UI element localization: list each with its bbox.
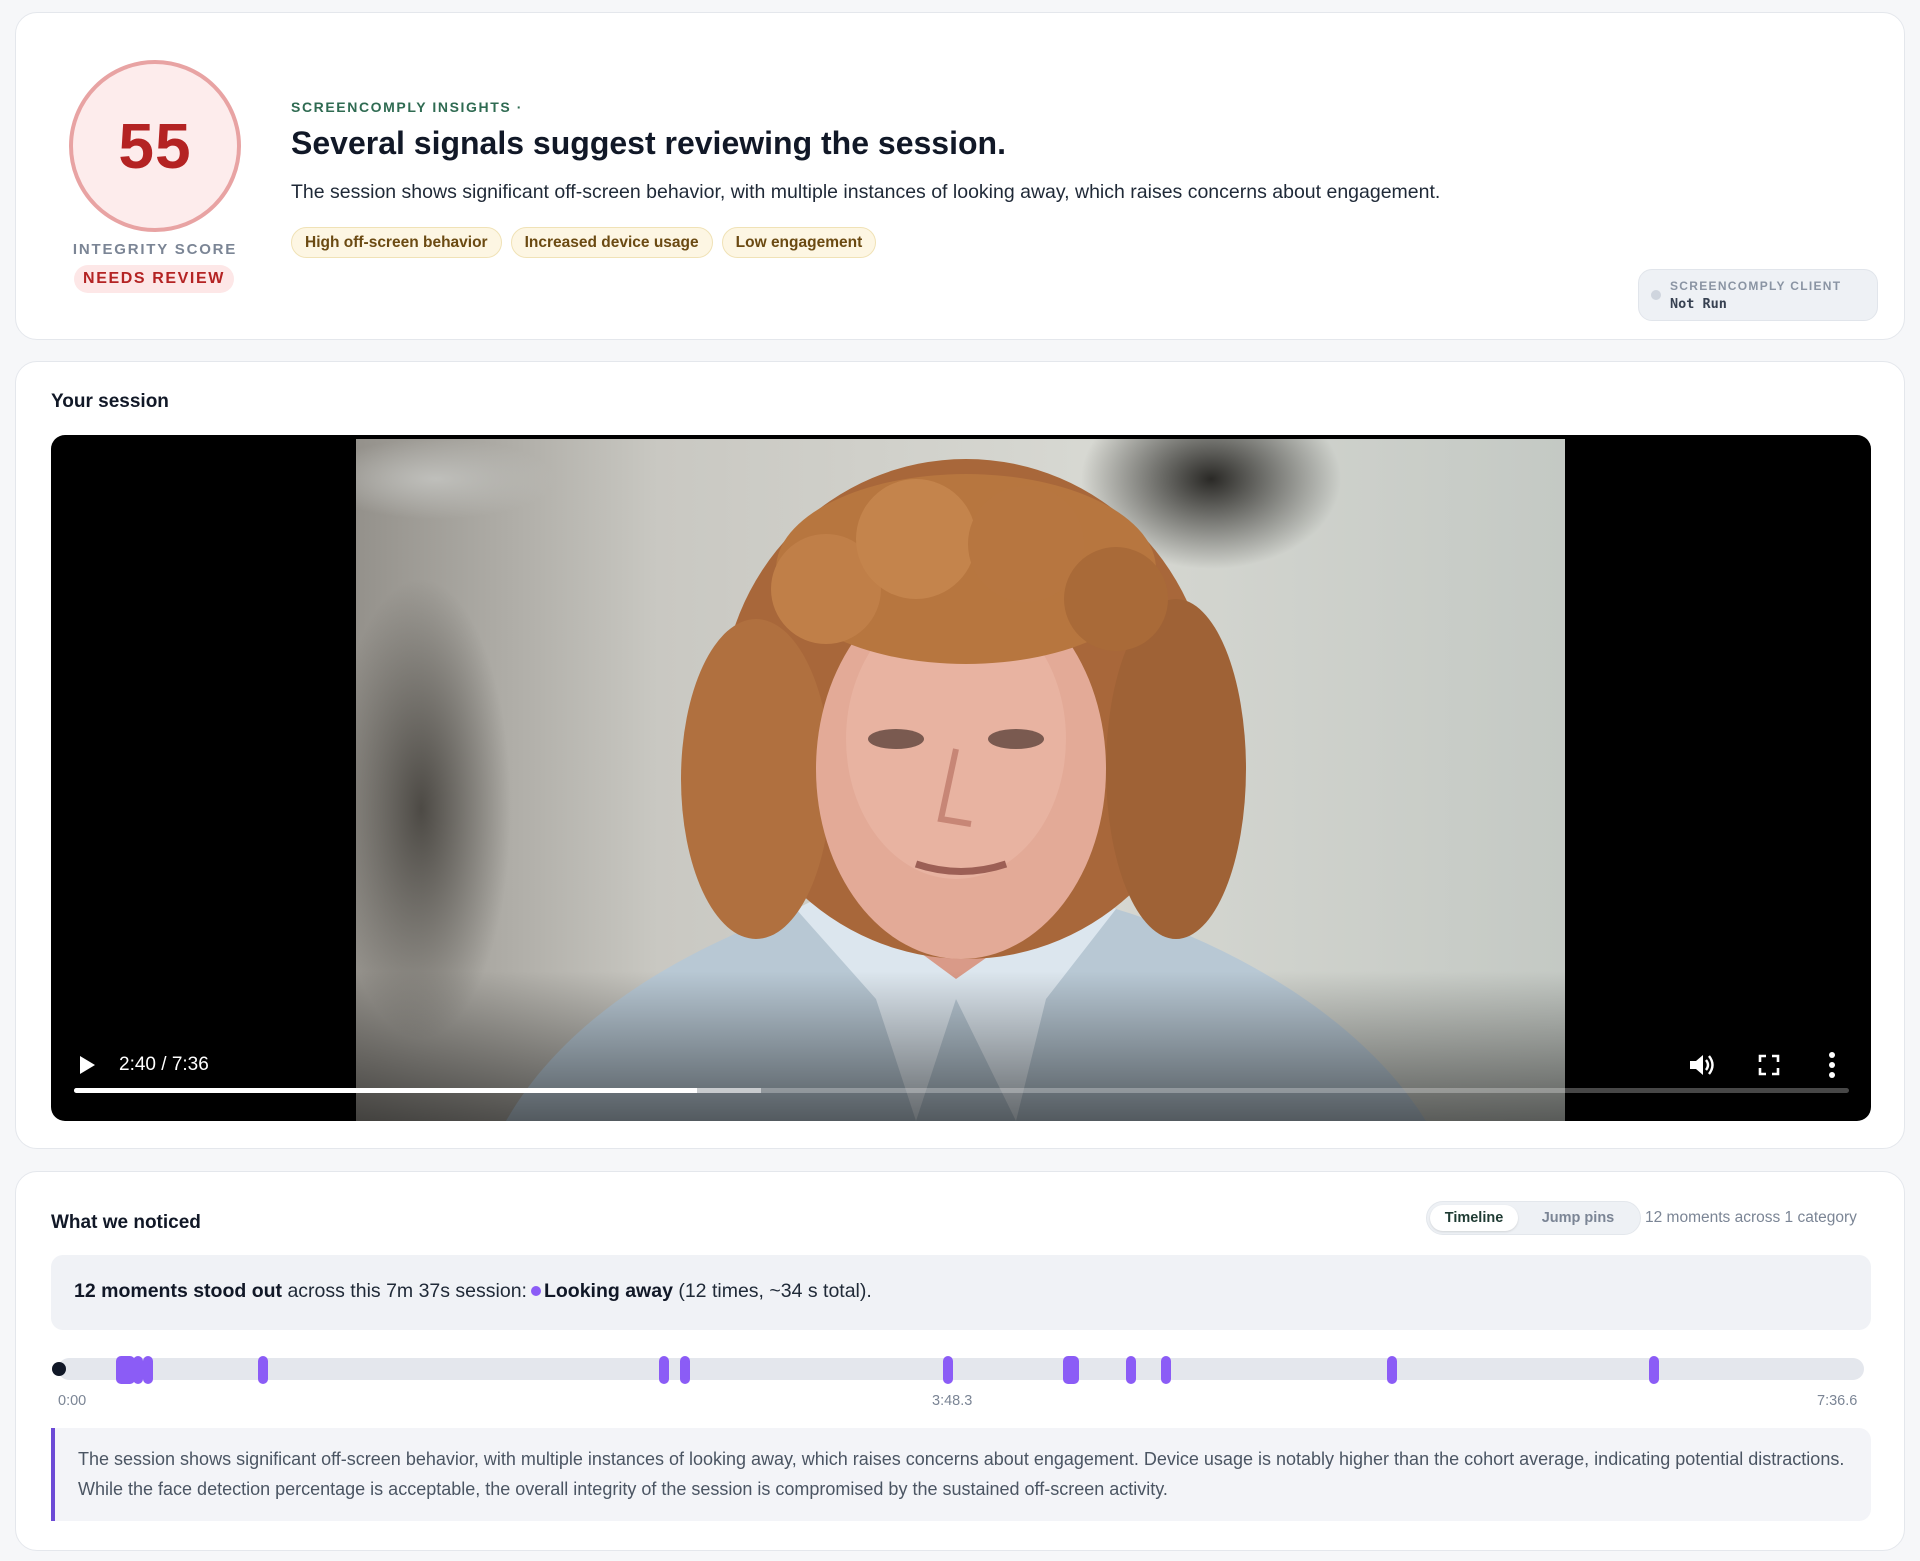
integrity-score-ring: 55 bbox=[69, 60, 241, 232]
analysis-note: The session shows significant off-screen… bbox=[51, 1428, 1871, 1521]
timeline-pin[interactable] bbox=[1125, 1356, 1136, 1384]
category-detail: (12 times, ~34 s total). bbox=[678, 1280, 872, 1302]
timeline-tick-label: 7:36.6 bbox=[1817, 1393, 1858, 1409]
timeline-pin[interactable] bbox=[942, 1356, 953, 1384]
moments-summary-middle: across this 7m 37s session: bbox=[287, 1280, 527, 1302]
video-frame bbox=[356, 439, 1565, 1121]
timeline-track[interactable] bbox=[58, 1358, 1864, 1380]
video-controls-shade bbox=[356, 971, 1565, 1121]
category-name: Looking away bbox=[543, 1280, 673, 1302]
timeline-pin[interactable] bbox=[680, 1356, 691, 1384]
video-progress-bar[interactable] bbox=[74, 1088, 1849, 1093]
session-card: Your session 2:40 / 7:36 bbox=[15, 361, 1905, 1149]
timeline-tick-label: 0:00 bbox=[58, 1393, 87, 1409]
session-video-player[interactable]: 2:40 / 7:36 bbox=[51, 435, 1871, 1121]
insights-eyebrow: SCREENCOMPLY INSIGHTS · bbox=[291, 99, 524, 115]
timeline-pin[interactable] bbox=[258, 1356, 269, 1384]
timeline-pin[interactable] bbox=[659, 1356, 670, 1384]
insights-card: 55 INTEGRITY SCORE NEEDS REVIEW SCREENCO… bbox=[15, 12, 1905, 340]
needs-review-badge: NEEDS REVIEW bbox=[74, 265, 234, 293]
timeline-pin[interactable] bbox=[1063, 1356, 1079, 1384]
timeline-pin[interactable] bbox=[1161, 1356, 1172, 1384]
play-icon[interactable] bbox=[77, 1053, 97, 1077]
client-status-pill: SCREENCOMPLY CLIENT Not Run bbox=[1638, 269, 1878, 321]
video-time-label: 2:40 / 7:36 bbox=[119, 1054, 209, 1075]
integrity-score-value: 55 bbox=[118, 110, 192, 182]
timeline-pin[interactable] bbox=[1649, 1356, 1660, 1384]
session-title: Your session bbox=[51, 391, 169, 412]
toggle-timeline[interactable]: Timeline bbox=[1430, 1205, 1518, 1231]
insights-summary: The session shows significant off-screen… bbox=[291, 181, 1441, 203]
signal-tag: Low engagement bbox=[721, 227, 877, 258]
signal-tag: Increased device usage bbox=[510, 227, 713, 258]
client-status-value: Not Run bbox=[1670, 296, 1727, 312]
analysis-note-text: The session shows significant off-screen… bbox=[78, 1449, 1845, 1499]
moments-caption: 12 moments across 1 category bbox=[1645, 1209, 1857, 1226]
moments-count: 12 moments stood out bbox=[74, 1280, 283, 1302]
toggle-jump-pins[interactable]: Jump pins bbox=[1522, 1205, 1634, 1231]
view-toggle: Timeline Jump pins bbox=[1426, 1201, 1641, 1235]
volume-icon[interactable] bbox=[1687, 1052, 1715, 1078]
moments-summary: 12 moments stood out across this 7m 37s … bbox=[74, 1280, 872, 1303]
timeline-pin[interactable] bbox=[1387, 1356, 1398, 1384]
client-status-label: SCREENCOMPLY CLIENT bbox=[1670, 279, 1842, 293]
noticed-card: What we noticed Timeline Jump pins 12 mo… bbox=[15, 1171, 1905, 1551]
fullscreen-icon[interactable] bbox=[1758, 1054, 1780, 1076]
timeline-pin[interactable] bbox=[143, 1356, 154, 1384]
signal-tags: High off-screen behavior Increased devic… bbox=[291, 227, 877, 258]
timeline-tick-label: 3:48.3 bbox=[932, 1393, 973, 1409]
more-options-icon[interactable] bbox=[1828, 1051, 1836, 1079]
timeline-playhead[interactable] bbox=[52, 1362, 66, 1376]
noticed-title: What we noticed bbox=[51, 1212, 201, 1233]
category-dot-icon bbox=[530, 1286, 541, 1297]
status-dot-icon bbox=[1651, 290, 1661, 300]
moments-summary-box: 12 moments stood out across this 7m 37s … bbox=[51, 1255, 1871, 1330]
insights-headline: Several signals suggest reviewing the se… bbox=[291, 125, 1006, 161]
signal-tag: High off-screen behavior bbox=[291, 227, 502, 258]
timeline-pin[interactable] bbox=[132, 1356, 143, 1384]
video-played-fill bbox=[74, 1088, 698, 1093]
integrity-score-label: INTEGRITY SCORE bbox=[72, 241, 238, 258]
